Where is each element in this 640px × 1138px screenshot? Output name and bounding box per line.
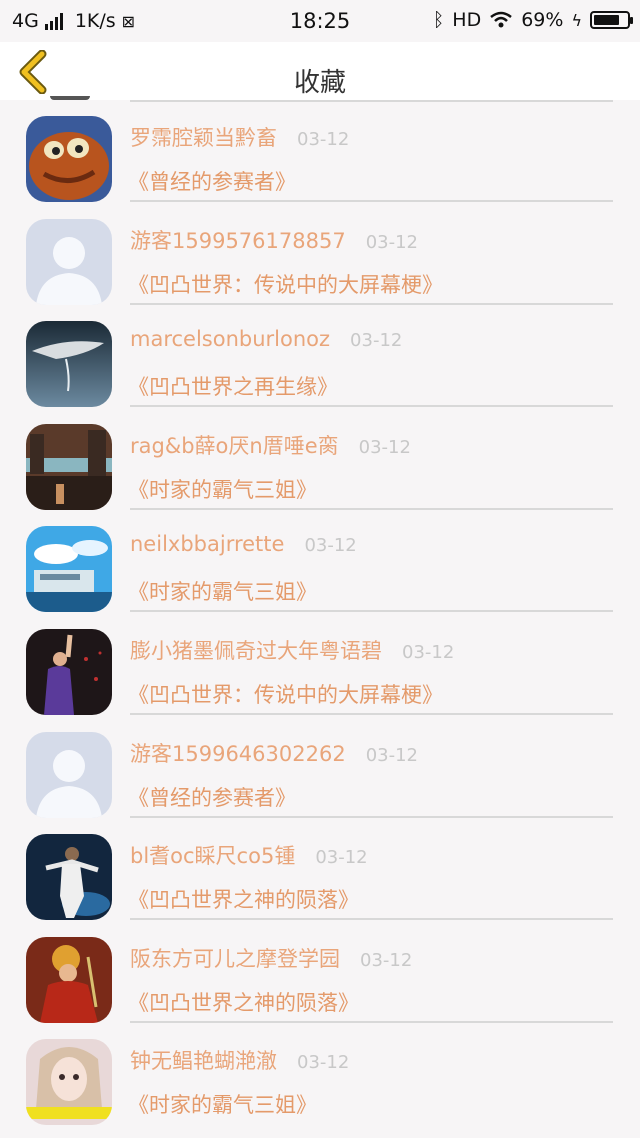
avatar[interactable] [26,218,112,305]
date: 03-12 [360,949,413,971]
work-title[interactable]: 《凹凸世界：传说中的大屏幕梗》 [128,679,443,709]
work-title[interactable]: 《时家的霸气三姐》 [128,1089,317,1119]
work-title[interactable]: 《曾经的参赛者》 [128,166,296,196]
work-title[interactable]: 《凹凸世界之神的陨落》 [128,884,359,914]
avatar[interactable] [26,628,112,715]
list-item[interactable]: 钟无鲳艳蝴滟澈 03-12 《时家的霸气三姐》 [0,1023,640,1126]
nav-bar: 收藏 [0,42,640,100]
avatar[interactable] [26,1039,112,1126]
work-title[interactable]: 《凹凸世界之再生缘》 [128,371,338,401]
avatar[interactable] [26,321,112,408]
list-item[interactable]: 游客1599646302262 03-12 《曾经的参赛者》 [0,716,640,819]
list-item[interactable]: 罗霈腔颖当黔畜 03-12 《曾经的参赛者》 [0,100,640,203]
date: 03-12 [297,129,350,150]
work-title[interactable]: 《曾经的参赛者》 [128,782,296,812]
wifi-icon [490,11,512,28]
work-title[interactable]: 《时家的霸气三姐》 [128,474,317,504]
list-item[interactable]: bl耆oc睬尺co5锺 03-12 《凹凸世界之神的陨落》 [0,818,640,921]
page-title: 收藏 [293,68,346,98]
list-item[interactable]: rag&b薛o厌n厝唾e脔 03-12 《时家的霸气三姐》 [0,408,640,511]
status-right: ᛒ HD 69% ϟ [432,9,633,31]
avatar[interactable] [26,731,112,818]
battery-icon [590,11,633,29]
date: 03-12 [365,744,419,766]
battery-percent: 69% [521,9,564,31]
avatar[interactable] [26,936,112,1023]
list-item[interactable]: 膨小猪墨佩奇过大年粤语碧 03-12 《凹凸世界：传说中的大屏幕梗》 [0,613,640,716]
user-name[interactable]: 游客1599646302262 [130,738,346,768]
charging-icon: ϟ [571,10,582,30]
date: 03-12 [304,535,357,557]
list-item[interactable]: 阪东方可儿之摩登学园 03-12 《凹凸世界之神的陨落》 [0,921,640,1024]
user-name[interactable]: rag&b薛o厌n厝唾e脔 [130,430,339,460]
user-name[interactable]: bl耆oc睬尺co5锺 [130,840,295,870]
user-name[interactable]: 膨小猪墨佩奇过大年粤语碧 [130,635,382,665]
date: 03-12 [402,641,455,663]
user-name[interactable]: marcelsonburlonoz [130,327,330,351]
avatar[interactable] [26,116,112,202]
date: 03-12 [315,847,368,869]
list-item[interactable]: 游客1599576178857 03-12 《凹凸世界：传说中的大屏幕梗》 [0,203,640,306]
list-item[interactable]: neilxbbajrrette 03-12 《时家的霸气三姐》 [0,510,640,613]
work-title[interactable]: 《凹凸世界：传说中的大屏幕梗》 [128,269,443,299]
list-item[interactable]: marcelsonburlonoz 03-12 《凹凸世界之再生缘》 [0,305,640,408]
work-title[interactable]: 《凹凸世界之神的陨落》 [128,987,359,1017]
date: 03-12 [350,330,403,352]
date: 03-12 [297,1052,350,1074]
avatar[interactable] [26,526,112,613]
user-name[interactable]: 阪东方可儿之摩登学园 [130,943,340,973]
avatar[interactable] [26,834,112,921]
status-bar: 4G 1K/s ⊠ 18:25 ᛒ HD 69% ϟ [0,0,640,42]
user-name[interactable]: 钟无鲳艳蝴滟澈 [130,1045,277,1075]
avatar[interactable] [26,423,112,510]
favorites-list: 罗霈腔颖当黔畜 03-12 《曾经的参赛者》 游客1599576178857 03-… [0,96,640,1126]
user-name[interactable]: 罗霈腔颖当黔畜 [130,122,277,152]
work-title[interactable]: 《时家的霸气三姐》 [128,576,317,606]
date: 03-12 [358,436,411,458]
user-name[interactable]: neilxbbajrrette [130,532,284,556]
hd-indicator: HD [452,9,482,31]
bluetooth-icon: ᛒ [432,9,445,31]
date: 03-12 [365,231,419,253]
user-name[interactable]: 游客1599576178857 [130,225,346,255]
